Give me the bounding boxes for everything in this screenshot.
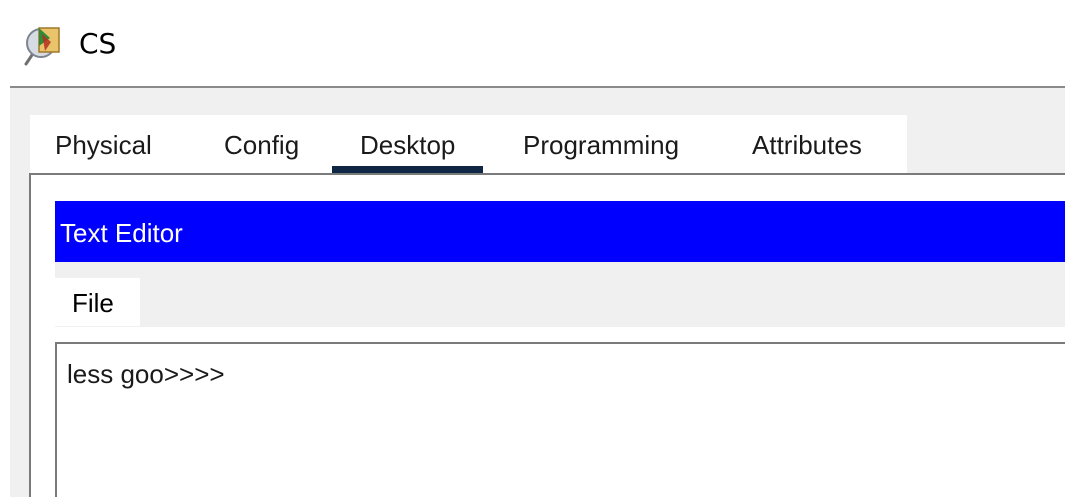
- tab-bar: Physical Config Desktop Programming Attr…: [30, 115, 907, 173]
- text-editor-titlebar: Text Editor: [55, 201, 1065, 262]
- app-icon: [24, 27, 60, 66]
- tab-desktop[interactable]: Desktop: [331, 115, 484, 173]
- tab-attributes[interactable]: Attributes: [752, 115, 862, 173]
- text-editor-title: Text Editor: [60, 218, 183, 248]
- editor-menubar: File: [55, 262, 1065, 327]
- editor-text-area[interactable]: less goo>>>>: [55, 342, 1065, 497]
- tab-programming[interactable]: Programming: [523, 115, 679, 173]
- app-window: CS Physical Config Desktop Programming A…: [0, 0, 1065, 497]
- window-title: CS: [79, 27, 117, 60]
- title-bar: CS: [0, 0, 1065, 86]
- tab-config[interactable]: Config: [224, 115, 299, 173]
- tab-physical[interactable]: Physical: [55, 115, 152, 173]
- menu-file[interactable]: File: [55, 278, 140, 326]
